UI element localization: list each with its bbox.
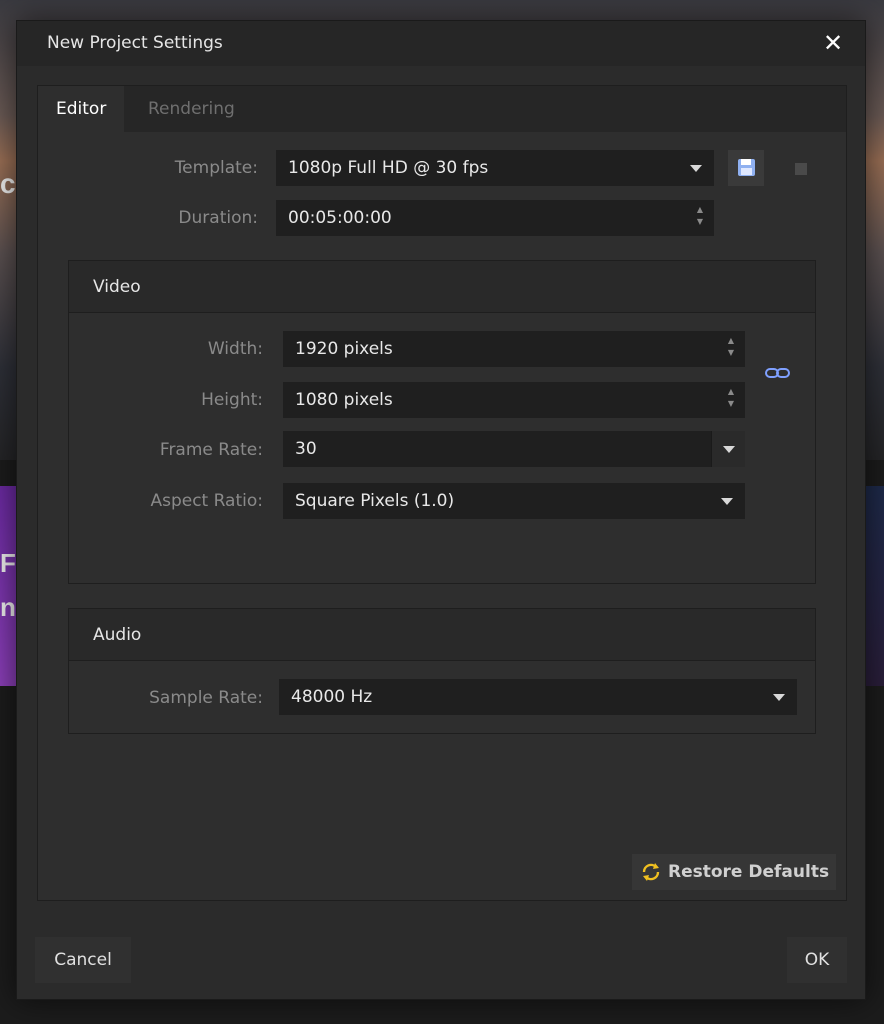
frame-rate-select[interactable]: 30 (283, 431, 745, 467)
aspect-ratio-select[interactable]: Square Pixels (1.0) (283, 483, 745, 519)
ok-button[interactable]: OK (787, 937, 847, 983)
height-spinner[interactable]: ▲ ▼ (725, 386, 737, 414)
chevron-down-icon (723, 446, 735, 453)
frame-rate-value: 30 (295, 439, 317, 459)
aspect-ratio-label: Aspect Ratio: (150, 491, 263, 511)
save-icon (738, 159, 755, 176)
frame-rate-dropdown-button[interactable] (711, 431, 745, 467)
height-label: Height: (201, 390, 263, 410)
frame-rate-label: Frame Rate: (159, 440, 263, 460)
sample-rate-select[interactable]: 48000 Hz (279, 679, 797, 715)
width-input[interactable]: 1920 pixels ▲ ▼ (283, 331, 745, 367)
sample-rate-value: 48000 Hz (291, 687, 373, 707)
restore-defaults-label: Restore Defaults (668, 862, 830, 882)
audio-group-title: Audio (93, 625, 142, 645)
cancel-button[interactable]: Cancel (35, 937, 131, 983)
duration-spinner[interactable]: ▲ ▼ (694, 204, 706, 232)
duration-label: Duration: (178, 208, 258, 228)
height-value: 1080 pixels (295, 390, 393, 410)
dialog-title: New Project Settings (47, 33, 223, 53)
tab-editor[interactable]: Editor (38, 86, 125, 132)
project-settings-dialog: New Project Settings ✕ Editor Rendering … (16, 20, 866, 1000)
delete-template-button[interactable] (782, 150, 818, 186)
template-label: Template: (174, 158, 258, 178)
close-icon: ✕ (822, 29, 844, 57)
width-value: 1920 pixels (295, 339, 393, 359)
video-group-title: Video (93, 277, 141, 297)
template-select[interactable]: 1080p Full HD @ 30 fps (276, 150, 714, 186)
restore-defaults-button[interactable]: Restore Defaults (632, 854, 836, 890)
width-label: Width: (207, 339, 263, 359)
dialog-titlebar: New Project Settings ✕ (17, 21, 865, 66)
link-dimensions-button[interactable] (763, 361, 793, 385)
background-fragment: c (0, 168, 16, 199)
chevron-down-icon (721, 498, 733, 505)
template-value: 1080p Full HD @ 30 fps (288, 158, 489, 178)
height-input[interactable]: 1080 pixels ▲ ▼ (283, 382, 745, 418)
video-group-header: Video (69, 261, 815, 313)
restore-icon (642, 863, 660, 881)
save-template-button[interactable] (728, 150, 764, 186)
sample-rate-label: Sample Rate: (149, 688, 263, 708)
close-button[interactable]: ✕ (819, 29, 847, 57)
background-fragment: n (0, 592, 16, 622)
aspect-ratio-value: Square Pixels (1.0) (295, 491, 455, 511)
background-fragment: F (0, 548, 16, 578)
duration-input[interactable]: 00:05:00:00 ▲ ▼ (276, 200, 714, 236)
chevron-down-icon (690, 165, 702, 172)
duration-value: 00:05:00:00 (288, 208, 392, 228)
video-group: Video Width: 1920 pixels ▲ ▼ Height: 1080… (68, 260, 816, 584)
chevron-down-icon (773, 694, 785, 701)
tab-bar: Editor Rendering (38, 86, 846, 132)
width-spinner[interactable]: ▲ ▼ (725, 335, 737, 363)
audio-group-header: Audio (69, 609, 815, 661)
link-icon (765, 368, 790, 378)
delete-icon (795, 163, 807, 175)
settings-panel: Editor Rendering Template: 1080p Full HD… (37, 85, 847, 901)
audio-group: Audio Sample Rate: 48000 Hz (68, 608, 816, 734)
tab-rendering[interactable]: Rendering (130, 86, 253, 132)
